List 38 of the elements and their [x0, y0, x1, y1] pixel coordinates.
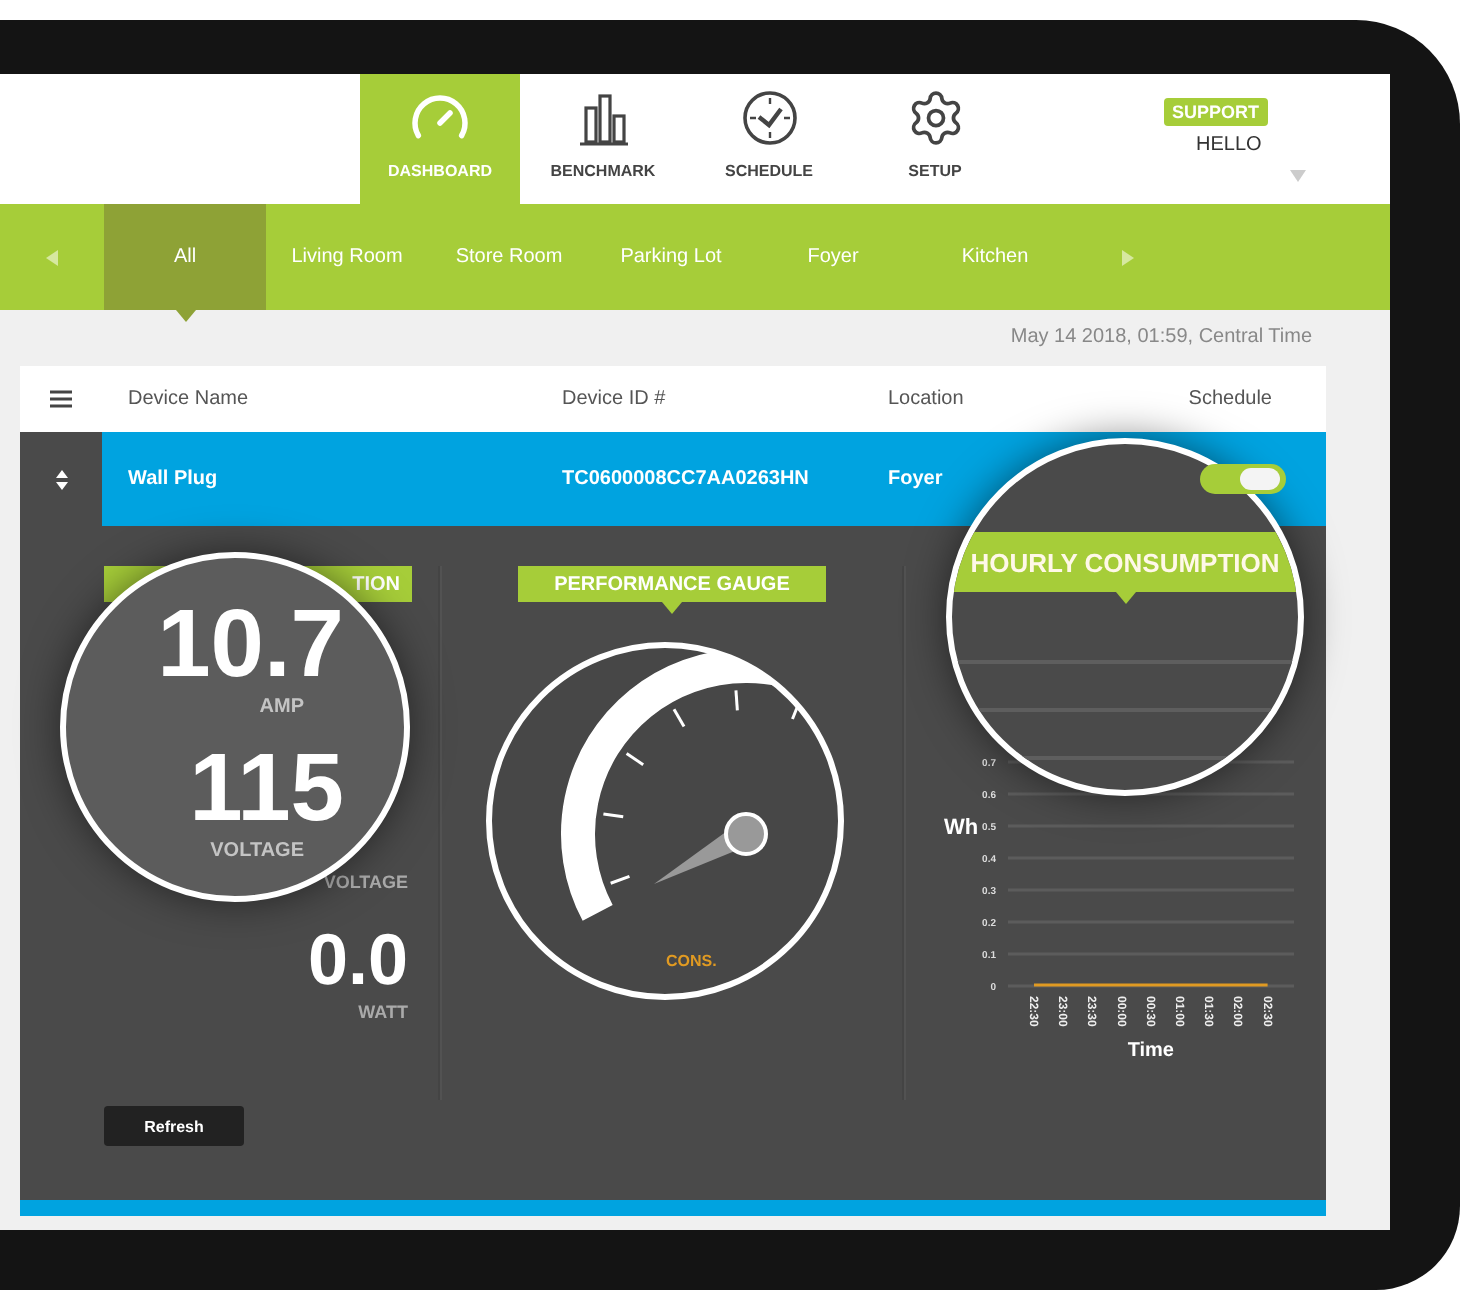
label-pointer: [1115, 592, 1135, 604]
room-tab[interactable]: Foyer: [752, 204, 914, 310]
table-cell-text: Foyer: [886, 468, 945, 490]
table-cell-text: TC0600008CC7AA0263HN: [560, 468, 811, 490]
refresh-button[interactable]: Refresh: [104, 1106, 244, 1146]
unit-label: WATT: [358, 1002, 408, 1022]
row-handle[interactable]: [20, 432, 102, 526]
right-arrow-icon[interactable]: [1122, 249, 1134, 265]
room-tab[interactable]: Store Room: [428, 204, 590, 310]
schedule-toggle[interactable]: [1200, 464, 1286, 494]
column-header: Device Name: [126, 388, 251, 410]
label-pointer: [662, 602, 682, 614]
clock-check-icon: [739, 88, 799, 148]
room-tab[interactable]: Living Room: [266, 204, 428, 310]
unit-label: AMP: [259, 696, 304, 718]
room-tab[interactable]: Kitchen: [914, 204, 1076, 310]
sort-arrows-icon[interactable]: [55, 469, 67, 489]
power-value: 0.0: [307, 924, 408, 996]
support-badge[interactable]: SUPPORT: [1164, 98, 1268, 126]
dropdown-caret-icon[interactable]: [1290, 170, 1306, 182]
table-cell-text: Wall Plug: [126, 468, 220, 490]
reading-value: 10.7: [157, 598, 344, 694]
x-axis-label: Time: [1127, 1040, 1174, 1062]
timestamp: May 14 2018, 01:59, Central Time: [1010, 324, 1314, 352]
nav-tab[interactable]: DASHBOARD: [360, 74, 520, 204]
unit-label: VOLTAGE: [323, 872, 408, 892]
left-arrow-icon[interactable]: [46, 249, 58, 265]
reading-value: 115: [189, 742, 344, 838]
room-tab[interactable]: Parking Lot: [590, 204, 752, 310]
column-header: Schedule: [1188, 388, 1274, 410]
y-axis-label: Wh: [944, 816, 979, 840]
column-header: Location: [886, 388, 966, 410]
column-header: Device ID #: [560, 388, 668, 410]
gauge-label: CONS.: [666, 952, 717, 970]
unit-label: VOLTAGE: [210, 840, 304, 862]
greeting-text: HELLO: [1196, 134, 1262, 156]
menu-icon[interactable]: [50, 390, 72, 408]
tab-pointer: [175, 310, 195, 322]
